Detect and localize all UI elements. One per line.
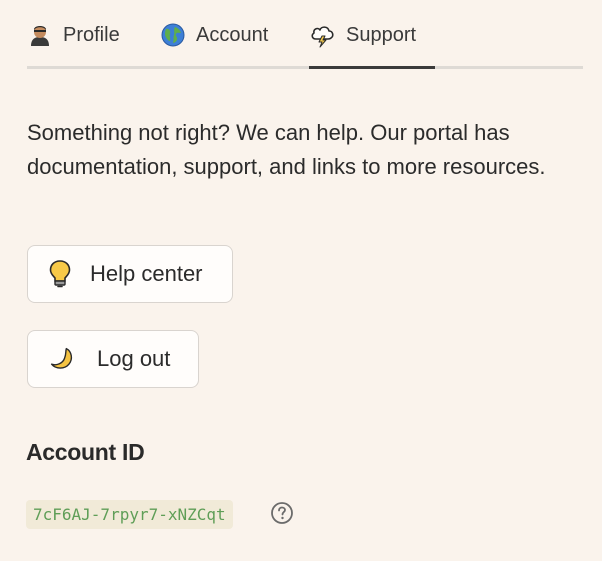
log-out-label: Log out [97, 346, 171, 371]
support-description: Something not right? We can help. Our po… [27, 120, 546, 179]
help-center-label: Help center [90, 261, 203, 286]
tab-account-label: Account [196, 23, 269, 46]
person-icon [27, 22, 53, 48]
lightbulb-icon [47, 259, 73, 289]
tab-account[interactable]: Account [160, 18, 268, 52]
help-center-button[interactable]: Help center [27, 245, 233, 303]
globe-icon [160, 22, 186, 48]
active-tab-indicator [309, 66, 435, 69]
log-out-button[interactable]: Log out [27, 330, 199, 388]
tab-support-label: Support [346, 23, 417, 46]
account-id-value: 7cF6AJ-7rpyr7-xNZCqt [26, 500, 233, 529]
tab-support[interactable]: Support [310, 18, 435, 52]
account-id-heading: Account ID [26, 439, 145, 465]
lightning-cloud-icon [310, 22, 336, 48]
tab-bar: Profile Account Support [27, 0, 583, 69]
tab-profile-label: Profile [63, 23, 120, 46]
crescent-moon-icon [49, 344, 75, 374]
tab-profile[interactable]: Profile [27, 18, 120, 52]
support-page: Profile Account Support Something not ri… [0, 0, 602, 561]
question-circle-icon[interactable] [270, 501, 293, 524]
